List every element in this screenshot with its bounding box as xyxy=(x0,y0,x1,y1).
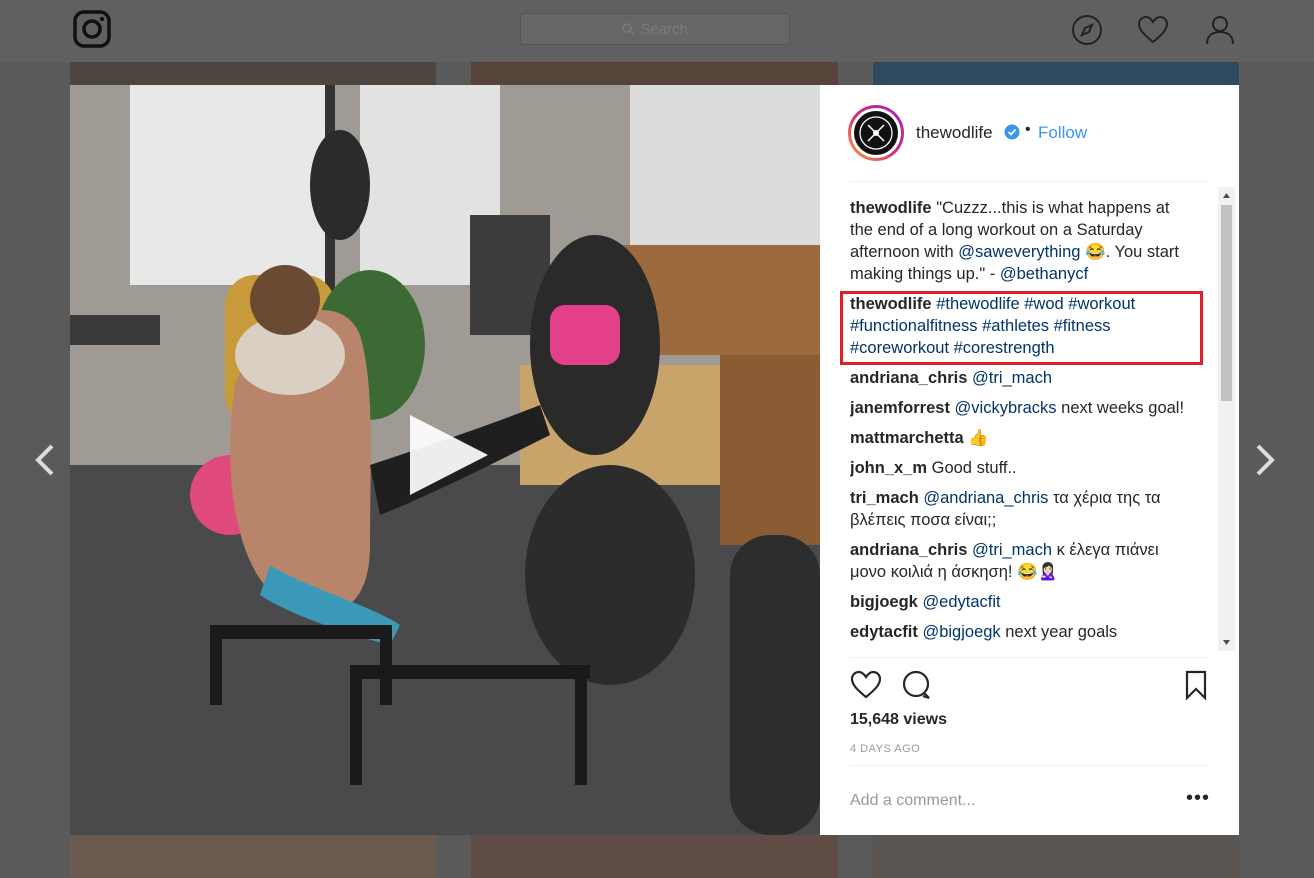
verified-badge-icon xyxy=(1004,124,1020,140)
comment-username[interactable]: mattmarchetta xyxy=(850,429,964,447)
comment-text: 👍 xyxy=(968,429,989,447)
comments-list[interactable]: thewodlife "Cuzzz...this is what happens… xyxy=(850,197,1190,655)
comment-mention[interactable]: @vickybracks xyxy=(955,399,1057,417)
list-item: john_x_m Good stuff.. xyxy=(850,457,1190,479)
heart-icon[interactable] xyxy=(1137,14,1169,46)
comment-username[interactable]: bigjoegk xyxy=(850,593,918,611)
follow-button[interactable]: Follow xyxy=(1038,123,1087,143)
comment-text: next weeks goal! xyxy=(1056,399,1185,417)
view-count[interactable]: 15,648 views xyxy=(850,711,947,729)
comment-text: Good stuff.. xyxy=(931,459,1017,477)
background-post-thumbnail[interactable] xyxy=(471,835,838,878)
thewodlife-logo-icon xyxy=(859,116,893,150)
list-item: tri_mach @andriana_chris τα χέρια της τα… xyxy=(850,487,1190,531)
video-frame xyxy=(70,85,820,835)
caption-comment: thewodlife "Cuzzz...this is what happens… xyxy=(850,197,1190,285)
scrollbar-thumb[interactable] xyxy=(1221,205,1232,401)
add-comment-input[interactable]: Add a comment... xyxy=(850,792,975,810)
list-item: janemforrest @vickybracks next weeks goa… xyxy=(850,397,1190,419)
post-username[interactable]: thewodlife xyxy=(916,123,993,143)
background-post-thumbnail[interactable] xyxy=(471,62,838,85)
background-post-thumbnail[interactable] xyxy=(873,62,1239,85)
divider xyxy=(850,181,1210,182)
comment-mention[interactable]: @tri_mach xyxy=(972,369,1052,387)
comment-mention[interactable]: @bigjoegk xyxy=(922,623,1000,641)
scroll-up-arrow-icon[interactable] xyxy=(1218,189,1235,203)
next-post-arrow-icon[interactable] xyxy=(1250,440,1280,480)
comment-text: next year goals xyxy=(1000,623,1118,641)
divider xyxy=(850,765,1210,766)
comment-username[interactable]: edytacfit xyxy=(850,623,918,641)
background-post-thumbnail[interactable] xyxy=(70,62,436,85)
instagram-logo-icon[interactable] xyxy=(73,10,111,48)
comment-username[interactable]: tri_mach xyxy=(850,489,919,507)
comment-username[interactable]: john_x_m xyxy=(850,459,927,477)
more-options-button[interactable]: ••• xyxy=(1186,787,1210,810)
post-timestamp[interactable]: 4 DAYS AGO xyxy=(850,743,920,755)
caption-mention[interactable]: @saweverything xyxy=(958,243,1080,261)
search-icon xyxy=(622,23,634,35)
divider xyxy=(850,657,1210,658)
scroll-down-arrow-icon[interactable] xyxy=(1218,635,1235,649)
post-details-panel: thewodlife • Follow thewodlife "Cuzzz...… xyxy=(820,85,1239,835)
comment-mention[interactable]: @edytacfit xyxy=(922,593,1000,611)
comment-username[interactable]: janemforrest xyxy=(850,399,950,417)
comment-mention[interactable]: @tri_mach xyxy=(972,541,1052,559)
list-item: andriana_chris @tri_mach κ έλεγα πιάνει … xyxy=(850,539,1190,583)
search-input[interactable]: Search xyxy=(520,13,790,45)
list-item: edytacfit @bigjoegk next year goals xyxy=(850,621,1190,643)
list-item: andriana_chris @tri_mach xyxy=(850,367,1190,389)
comment-username[interactable]: andriana_chris xyxy=(850,369,967,387)
comment-username[interactable]: andriana_chris xyxy=(850,541,967,559)
comment-username[interactable]: thewodlife xyxy=(850,199,932,217)
avatar[interactable] xyxy=(848,105,904,161)
separator-dot: • xyxy=(1025,121,1031,138)
compass-icon[interactable] xyxy=(1071,14,1103,46)
like-heart-icon[interactable] xyxy=(850,669,882,701)
bookmark-icon[interactable] xyxy=(1180,669,1212,701)
caption-mention[interactable]: @bethanycf xyxy=(1000,265,1088,283)
list-item: mattmarchetta 👍 xyxy=(850,427,1190,449)
list-item: bigjoegk @edytacfit xyxy=(850,591,1190,613)
top-navigation-bar: Search xyxy=(0,0,1314,62)
comment-bubble-icon[interactable] xyxy=(900,669,932,701)
post-modal: thewodlife • Follow thewodlife "Cuzzz...… xyxy=(70,85,1239,835)
background-post-thumbnail[interactable] xyxy=(873,835,1239,878)
comments-scrollbar[interactable] xyxy=(1218,187,1235,651)
background-post-thumbnail[interactable] xyxy=(70,835,436,878)
search-placeholder: Search xyxy=(640,20,688,38)
comment-mention[interactable]: @andriana_chris xyxy=(923,489,1048,507)
previous-post-arrow-icon[interactable] xyxy=(30,440,60,480)
hashtag-highlight-box xyxy=(840,291,1203,365)
profile-icon[interactable] xyxy=(1204,14,1236,46)
post-video[interactable] xyxy=(70,85,820,835)
